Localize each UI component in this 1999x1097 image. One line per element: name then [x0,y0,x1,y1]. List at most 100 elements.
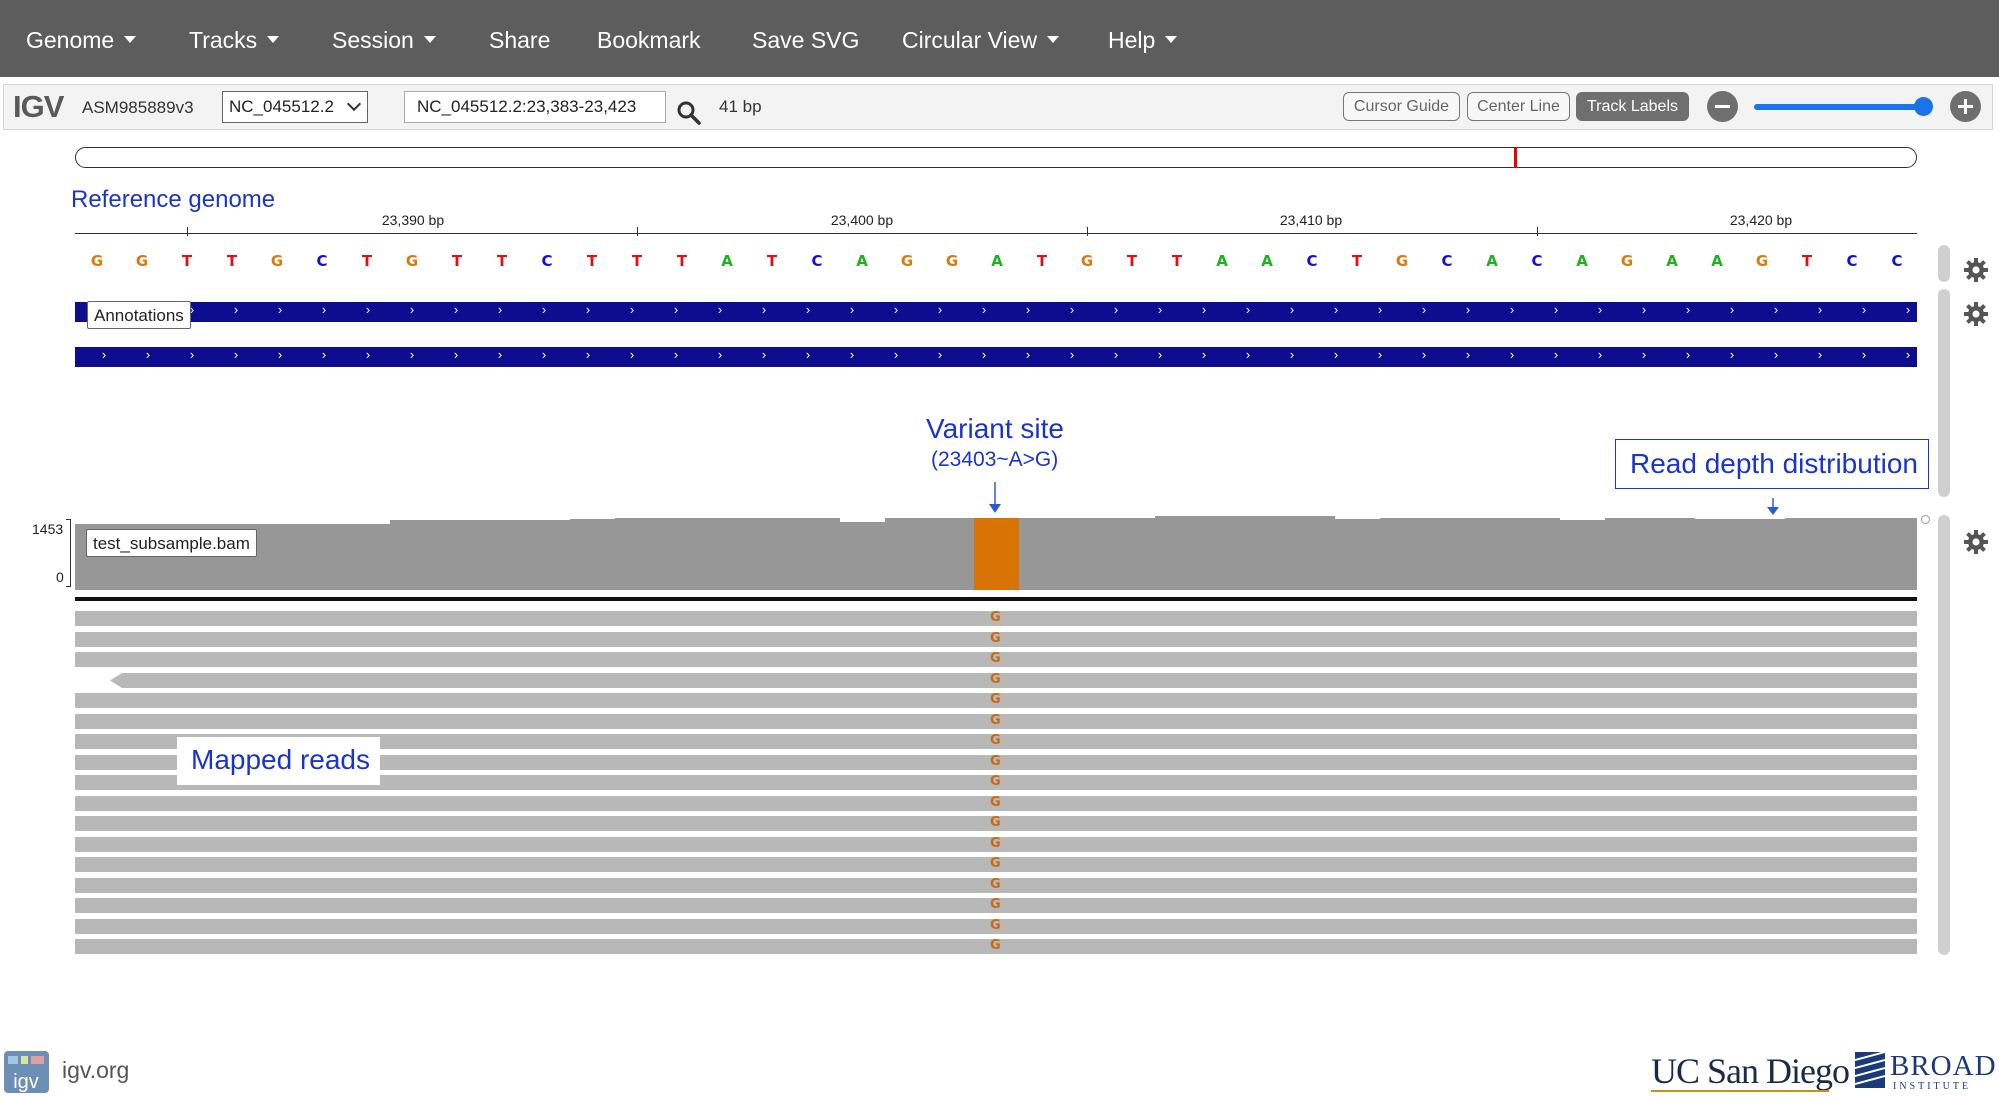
nav-save-svg-label: Save SVG [752,27,860,53]
window-width-label: 41 bp [719,97,762,116]
strand-chevron-icon: › [1201,347,1207,362]
reference-base: T [766,252,778,270]
coverage-track[interactable] [75,514,1917,590]
zoom-slider[interactable] [1754,104,1924,110]
strand-chevron-icon: › [365,302,371,317]
annotation-feature-bar[interactable] [75,302,1917,322]
nav-help-menu[interactable]: Help [1108,0,1178,77]
variant-site-callout: Variant site [926,413,1064,444]
reference-base: A [1711,252,1723,270]
strand-chevron-icon: › [1553,302,1559,317]
strand-chevron-icon: › [1641,302,1647,317]
strand-chevron-icon: › [1289,347,1295,362]
nav-genome-menu[interactable]: Genome [26,0,137,77]
nav-tracks-menu[interactable]: Tracks [189,0,280,77]
nav-circular-view-menu[interactable]: Circular View [902,0,1060,77]
gear-icon[interactable] [1963,529,1989,555]
nav-session-menu[interactable]: Session [332,0,436,77]
strand-chevron-icon: › [893,302,899,317]
nav-bookmark-button[interactable]: Bookmark [597,0,701,77]
cursor-guide-button[interactable]: Cursor Guide [1343,92,1460,121]
reference-base: G [945,252,959,270]
annotation-feature-bar[interactable] [75,347,1917,367]
nav-save-svg-button[interactable]: Save SVG [752,0,859,77]
igv-logo: IGV [13,89,64,124]
strand-chevron-icon: › [1377,347,1383,362]
strand-chevron-icon: › [1025,302,1031,317]
track-scrollbar[interactable] [1938,289,1950,497]
chromosome-ideogram[interactable] [75,147,1917,168]
track-scrollbar[interactable] [1938,515,1950,955]
coverage-scale-bracket [66,519,71,587]
strand-chevron-icon: › [981,302,987,317]
variant-base-mismatch: G [990,815,1001,830]
variant-coverage-bar [974,518,1019,590]
ruler-tick-label: 23,400 bp [830,212,894,228]
nav-circular-view-label: Circular View [902,27,1038,53]
strand-chevron-icon: › [541,302,547,317]
reference-base: A [991,252,1003,270]
strand-chevron-icon: › [321,302,327,317]
strand-chevron-icon: › [1465,347,1471,362]
track-scrollbar[interactable] [1938,245,1950,282]
reference-base: A [1216,252,1228,270]
strand-chevron-icon: › [277,302,283,317]
nav-genome-label: Genome [26,27,115,53]
variant-site-detail: (23403~A>G) [931,448,1059,471]
chevron-down-icon [423,36,436,44]
search-icon[interactable] [676,100,702,126]
reference-base: T [1801,252,1813,270]
alignment-divider [75,597,1917,601]
read-depth-callout: Read depth distribution [1630,448,1918,479]
strand-chevron-icon: › [1553,347,1559,362]
gear-icon[interactable] [1963,257,1989,283]
center-line-button[interactable]: Center Line [1467,92,1570,121]
gear-icon[interactable] [1963,301,1989,327]
strand-chevron-icon: › [1245,302,1251,317]
reference-base: T [1036,252,1048,270]
igv-logo-icon[interactable]: igv [4,1051,49,1093]
resize-handle-icon[interactable] [1921,515,1930,524]
reference-base: C [811,252,823,270]
igv-logo-text: igv [13,1071,39,1093]
strand-chevron-icon: › [981,347,987,362]
strand-chevron-icon: › [1905,302,1911,317]
igv-org-link[interactable]: igv.org [62,1057,129,1084]
reference-base: G [270,252,284,270]
chevron-down-icon [1047,36,1060,44]
zoom-out-icon[interactable] [1707,91,1738,122]
ruler-tick-label: 23,410 bp [1279,212,1343,228]
read-depth-callout-box: Read depth distribution [1615,439,1929,489]
nav-share-label: Share [489,27,551,53]
nav-share-button[interactable]: Share [489,0,550,77]
strand-chevron-icon: › [585,347,591,362]
strand-chevron-icon: › [1641,347,1647,362]
coverage-scale-min: 0 [56,569,64,585]
strand-chevron-icon: › [1729,302,1735,317]
reference-base: C [1846,252,1858,270]
genome-label: ASM985889v3 [82,98,194,117]
chevron-down-icon [124,36,137,44]
chevron-down-icon [1165,36,1178,44]
strand-chevron-icon: › [1773,302,1779,317]
ruler-tick [187,227,188,236]
zoom-in-icon[interactable] [1950,91,1981,122]
strand-chevron-icon: › [717,302,723,317]
strand-chevron-icon: › [1685,302,1691,317]
reference-base: G [1755,252,1769,270]
strand-chevron-icon: › [1597,302,1603,317]
reference-base: C [316,252,328,270]
strand-chevron-icon: › [1157,347,1163,362]
variant-base-mismatch: G [990,897,1001,912]
strand-chevron-icon: › [937,347,943,362]
chromosome-select[interactable]: NC_045512.2 [222,91,368,123]
coverage-scale-max: 1453 [32,521,64,537]
chevron-down-icon [267,36,280,44]
strand-chevron-icon: › [805,302,811,317]
strand-chevron-icon: › [761,347,767,362]
locus-search-input[interactable]: NC_045512.2:23,383-23,423 [404,91,666,123]
strand-chevron-icon: › [1201,302,1207,317]
track-labels-button[interactable]: Track Labels [1576,92,1689,121]
zoom-slider-handle[interactable] [1914,97,1933,116]
mapped-read[interactable] [110,673,1917,688]
